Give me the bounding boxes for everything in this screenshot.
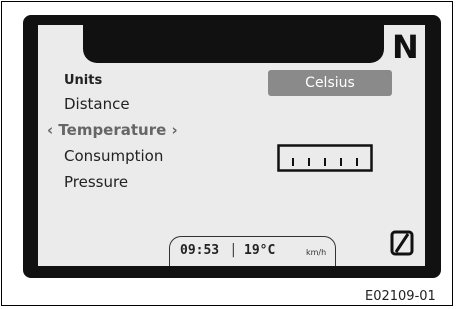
scale-gauge-icon [277, 144, 373, 172]
menu-heading: Units [64, 73, 103, 88]
gear-indicator: N [392, 28, 419, 66]
figure-caption: E02109-01 [365, 289, 436, 304]
selected-value-label: Celsius [305, 75, 355, 91]
menu-item-pressure[interactable]: Pressure [64, 173, 128, 191]
clock: 09:53 [180, 243, 220, 258]
dashboard-screen: N Units Distance ‹ Temperature › Consump… [38, 25, 425, 266]
speed-unit: km/h [306, 248, 327, 257]
slashed-zero-icon [390, 230, 414, 256]
menu-item-temperature[interactable]: ‹ Temperature › [47, 121, 178, 139]
selected-value-box[interactable]: Celsius [268, 70, 392, 96]
status-separator: | [231, 242, 236, 258]
menu-item-consumption[interactable]: Consumption [64, 147, 163, 165]
status-bar: 09:53 | 19°C km/h [169, 236, 336, 266]
ambient-temperature: 19°C [244, 243, 276, 258]
menu-item-distance[interactable]: Distance [64, 95, 130, 113]
top-black-bar [83, 25, 384, 63]
